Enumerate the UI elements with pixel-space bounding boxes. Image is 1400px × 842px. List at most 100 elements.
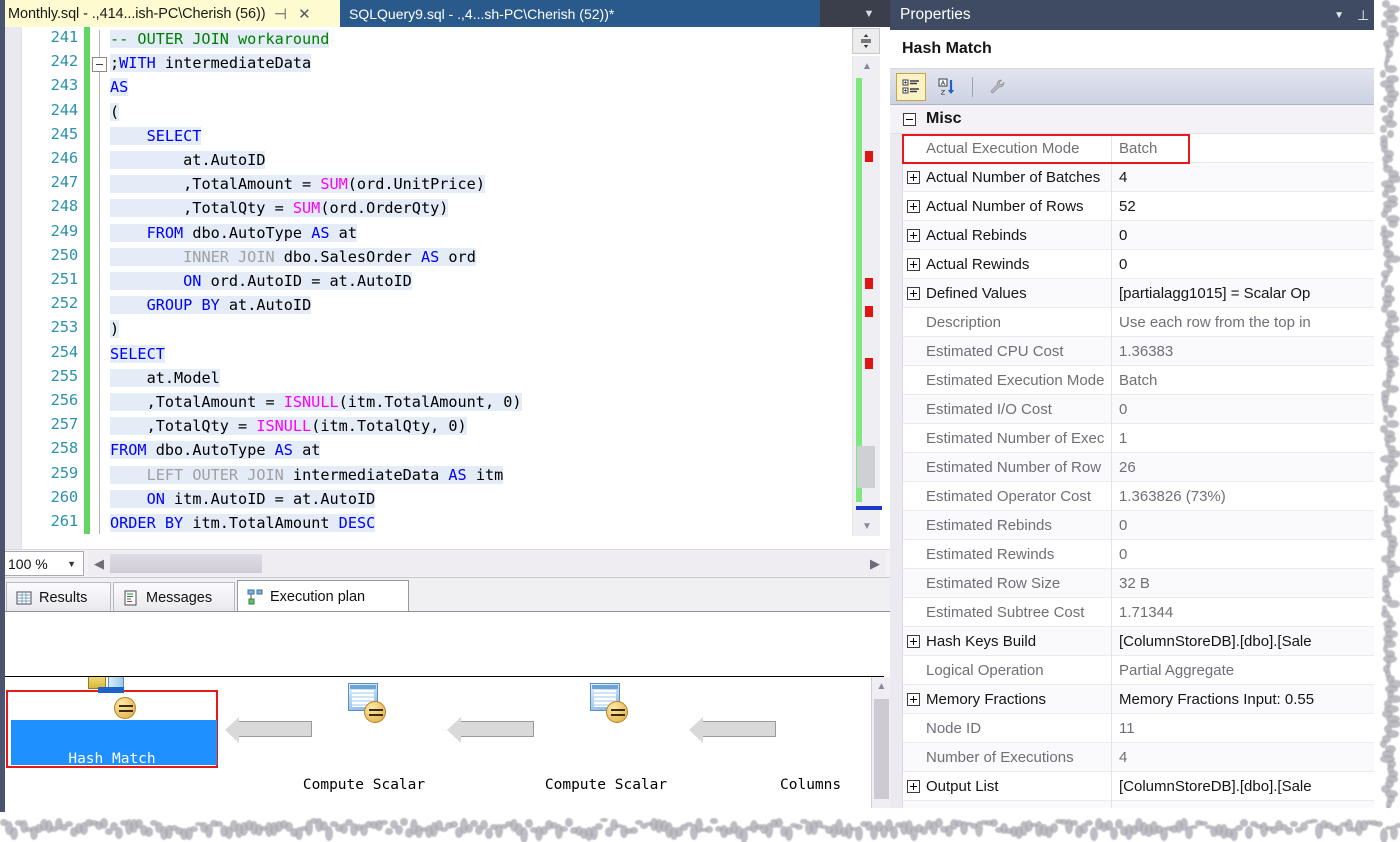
column-divider[interactable] — [1111, 598, 1112, 627]
property-row[interactable]: Estimated Subtree Cost 1.71344 — [903, 598, 1400, 627]
property-value[interactable]: 4 — [1119, 749, 1400, 766]
column-divider[interactable] — [1111, 540, 1112, 569]
property-value[interactable]: 0 — [1119, 517, 1400, 534]
property-value[interactable]: 4 — [1119, 169, 1400, 186]
scroll-marker[interactable] — [865, 306, 873, 317]
pin-icon[interactable]: ⊥ — [1357, 7, 1369, 24]
column-divider[interactable] — [1111, 395, 1112, 424]
column-divider[interactable] — [1111, 221, 1112, 250]
column-divider[interactable] — [1111, 627, 1112, 656]
property-value[interactable]: [ColumnStoreDB].[dbo].[Sale — [1119, 633, 1400, 650]
property-row[interactable]: Hash Keys Build [ColumnStoreDB].[dbo].[Sa… — [903, 627, 1400, 656]
property-row[interactable]: Estimated Execution Mode Batch — [903, 366, 1400, 395]
dropdown-icon[interactable]: ▼ — [1334, 10, 1344, 21]
property-value[interactable]: 26 — [1119, 459, 1400, 476]
expand-property-icon[interactable] — [907, 229, 920, 242]
property-value[interactable]: [partialagg1015] = Scalar Op — [1119, 285, 1400, 302]
property-value[interactable]: 1.363826 (73%) — [1119, 488, 1400, 505]
column-divider[interactable] — [1111, 772, 1112, 801]
scroll-marker[interactable] — [865, 358, 873, 369]
property-row[interactable]: Estimated Number of Row 26 — [903, 453, 1400, 482]
column-divider[interactable] — [1111, 134, 1112, 163]
wrench-icon[interactable] — [983, 73, 1013, 101]
categorized-icon[interactable] — [896, 72, 926, 101]
property-value[interactable]: Batch — [1119, 140, 1400, 157]
plan-node-compute-scalar-1[interactable]: Compute Scalar Cost: 1 % — [278, 735, 450, 811]
column-divider[interactable] — [1111, 453, 1112, 482]
chevron-down-icon[interactable]: ▼ — [854, 0, 884, 27]
expand-property-icon[interactable] — [907, 200, 920, 213]
property-value[interactable]: 0 — [1119, 401, 1400, 418]
expand-property-icon[interactable] — [907, 287, 920, 300]
property-value[interactable]: 0 — [1119, 227, 1400, 244]
property-value[interactable]: 0 — [1119, 546, 1400, 563]
property-row[interactable]: Actual Execution Mode Batch — [903, 134, 1400, 163]
sort-az-icon[interactable]: A Z — [932, 73, 962, 101]
tab-execution-plan[interactable]: Execution plan — [237, 580, 409, 613]
column-divider[interactable] — [1111, 308, 1112, 337]
property-row[interactable]: Estimated Operator Cost 1.363826 (73%) — [903, 482, 1400, 511]
split-window-icon[interactable] — [852, 28, 880, 54]
property-row[interactable]: Defined Values [partialagg1015] = Scalar … — [903, 279, 1400, 308]
property-value[interactable]: 0 — [1119, 256, 1400, 273]
property-row[interactable]: Memory Fractions Memory Fractions Input: … — [903, 685, 1400, 714]
property-value[interactable]: Memory Fractions Input: 0.55 — [1119, 691, 1400, 708]
property-value[interactable]: 11 — [1119, 720, 1400, 737]
sql-code-text[interactable]: -- OUTER JOIN workaround ;WITH intermedia… — [110, 27, 850, 549]
plan-node-compute-scalar-2[interactable]: Compute Scalar Cost: 1 % — [520, 735, 692, 811]
scrollbar-thumb[interactable] — [874, 699, 889, 799]
column-divider[interactable] — [1111, 656, 1112, 685]
property-row[interactable]: Description Use each row from the top in — [903, 308, 1400, 337]
plan-node-columnstore[interactable]: Columns [SalesO — [780, 735, 868, 811]
expand-property-icon[interactable] — [907, 780, 920, 793]
column-divider[interactable] — [1111, 337, 1112, 366]
property-value[interactable]: 1.71344 — [1119, 604, 1400, 621]
property-row[interactable]: Estimated Row Size 32 B — [903, 569, 1400, 598]
column-divider[interactable] — [1111, 743, 1112, 772]
category-row-misc[interactable]: Misc — [890, 105, 1400, 134]
property-row[interactable]: Actual Rewinds 0 — [903, 250, 1400, 279]
property-row[interactable]: Estimated Rewinds 0 — [903, 540, 1400, 569]
scroll-right-icon[interactable]: ▶ — [864, 551, 886, 576]
tab-messages[interactable]: Messages — [113, 582, 235, 613]
property-value[interactable]: 52 — [1119, 198, 1400, 215]
plan-vertical-scrollbar[interactable]: ▲ — [871, 677, 890, 811]
column-divider[interactable] — [1111, 685, 1112, 714]
property-row[interactable]: Estimated Number of Exec 1 — [903, 424, 1400, 453]
scroll-down-icon[interactable]: ▼ — [853, 516, 881, 536]
scroll-marker[interactable] — [865, 151, 873, 162]
scroll-up-icon[interactable]: ▲ — [853, 56, 881, 76]
tab-results[interactable]: Results — [6, 582, 111, 613]
scrollbar-thumb[interactable] — [857, 446, 875, 488]
column-divider[interactable] — [1111, 569, 1112, 598]
column-divider[interactable] — [1111, 366, 1112, 395]
editor-vertical-scrollbar[interactable]: ▲ ▼ — [852, 56, 882, 536]
hscrollbar-thumb[interactable] — [110, 554, 262, 573]
property-row[interactable]: Node ID 11 — [903, 714, 1400, 743]
property-row[interactable]: Number of Executions 4 — [903, 743, 1400, 772]
scroll-up-icon[interactable]: ▲ — [872, 677, 891, 695]
property-value[interactable]: 32 B — [1119, 575, 1400, 592]
property-row[interactable]: Estimated CPU Cost 1.36383 — [903, 337, 1400, 366]
expand-property-icon[interactable] — [907, 635, 920, 648]
code-folding-column[interactable] — [92, 27, 108, 549]
property-value[interactable]: Use each row from the top in — [1119, 314, 1400, 331]
collapse-region-icon[interactable] — [92, 57, 107, 72]
column-divider[interactable] — [1111, 482, 1112, 511]
property-value[interactable]: Batch — [1119, 372, 1400, 389]
property-value[interactable]: [ColumnStoreDB].[dbo].[Sale — [1119, 778, 1400, 795]
property-row[interactable]: Logical Operation Partial Aggregate — [903, 656, 1400, 685]
column-divider[interactable] — [1111, 192, 1112, 221]
collapse-category-icon[interactable] — [903, 113, 916, 126]
property-row[interactable]: Actual Number of Batches 4 — [903, 163, 1400, 192]
property-row[interactable]: Output List [ColumnStoreDB].[dbo].[Sale — [903, 772, 1400, 801]
close-icon[interactable]: ✕ — [295, 4, 313, 24]
column-divider[interactable] — [1111, 714, 1112, 743]
column-divider[interactable] — [1111, 250, 1112, 279]
property-value[interactable]: Partial Aggregate — [1119, 662, 1400, 679]
scroll-marker[interactable] — [865, 278, 873, 289]
property-row[interactable]: Actual Rebinds 0 — [903, 221, 1400, 250]
zoom-level-dropdown[interactable]: 100 % ▼ — [2, 551, 84, 576]
property-row[interactable]: Actual Number of Rows 52 — [903, 192, 1400, 221]
tab-sqlquery9-sql[interactable]: SQLQuery9.sql - .,4...sh-PC\Cherish (52)… — [340, 0, 820, 27]
